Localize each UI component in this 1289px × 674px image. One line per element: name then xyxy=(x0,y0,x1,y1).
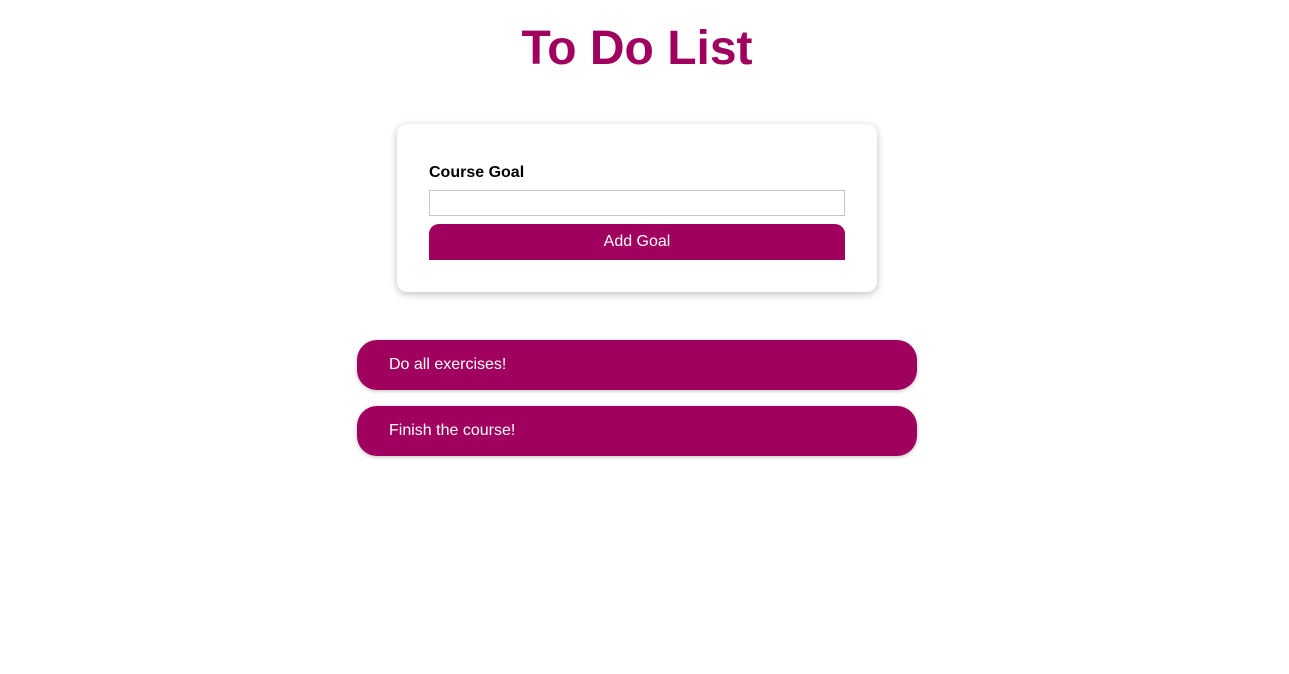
course-goal-label: Course Goal xyxy=(429,164,525,181)
goal-form-card: Course Goal Add Goal xyxy=(397,124,877,292)
page-title: To Do List xyxy=(521,22,753,75)
goal-list: Do all exercises! Finish the course! xyxy=(357,340,917,472)
course-goal-input[interactable] xyxy=(429,190,845,216)
goal-item[interactable]: Finish the course! xyxy=(357,406,917,456)
goal-item[interactable]: Do all exercises! xyxy=(357,340,917,390)
add-goal-button[interactable]: Add Goal xyxy=(429,224,845,260)
